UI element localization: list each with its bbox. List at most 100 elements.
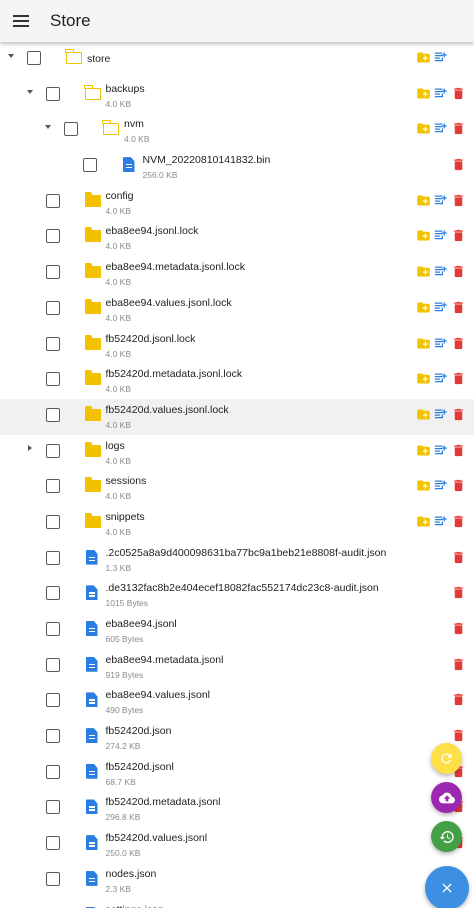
item-name[interactable]: nodes.json: [106, 868, 157, 880]
row-checkbox[interactable]: [27, 51, 41, 65]
row-checkbox[interactable]: [45, 586, 60, 601]
item-name[interactable]: snippets: [106, 511, 145, 523]
row-checkbox[interactable]: [45, 514, 60, 529]
item-name[interactable]: eba8ee94.jsonl.lock: [106, 225, 199, 237]
tree-row[interactable]: logs 4.0 KB: [0, 435, 474, 471]
tree-row[interactable]: eba8ee94.jsonl 605 Bytes: [0, 613, 474, 649]
new-folder-button[interactable]: [416, 193, 431, 208]
delete-button[interactable]: [451, 86, 466, 101]
tree-row[interactable]: fb52420d.jsonl.lock 4.0 KB: [0, 328, 474, 364]
row-checkbox[interactable]: [45, 300, 60, 315]
row-checkbox[interactable]: [45, 800, 60, 815]
item-name[interactable]: eba8ee94.metadata.jsonl.lock: [106, 261, 246, 273]
tree-row[interactable]: eba8ee94.metadata.jsonl.lock 4.0 KB: [0, 256, 474, 292]
new-file-button[interactable]: [433, 514, 448, 529]
delete-button[interactable]: [451, 550, 466, 565]
new-file-button[interactable]: [433, 193, 448, 208]
row-checkbox[interactable]: [45, 443, 60, 458]
delete-button[interactable]: [451, 228, 466, 243]
tree-row[interactable]: nodes.json 2.3 KB: [0, 863, 474, 899]
new-file-button[interactable]: [433, 86, 448, 101]
row-checkbox[interactable]: [45, 764, 60, 779]
item-name[interactable]: backups: [106, 83, 145, 95]
delete-button[interactable]: [451, 514, 466, 529]
item-name[interactable]: fb52420d.metadata.jsonl.lock: [106, 368, 243, 380]
collapse-toggle-icon[interactable]: [23, 85, 37, 99]
item-name[interactable]: eba8ee94.metadata.jsonl: [106, 654, 224, 666]
tree-row[interactable]: NVM_20220810141832.bin 256.0 KB: [0, 149, 474, 185]
row-checkbox[interactable]: [45, 657, 60, 672]
row-checkbox[interactable]: [45, 871, 60, 886]
tree-row[interactable]: backups 4.0 KB: [0, 78, 474, 114]
menu-button[interactable]: [0, 0, 42, 42]
tree-row[interactable]: settings.json: [0, 899, 474, 908]
row-checkbox[interactable]: [45, 836, 60, 851]
tree-row[interactable]: eba8ee94.jsonl.lock 4.0 KB: [0, 220, 474, 256]
new-folder-button[interactable]: [416, 336, 431, 351]
item-name[interactable]: fb52420d.jsonl: [106, 761, 174, 773]
collapse-toggle-icon[interactable]: [4, 49, 18, 63]
upload-button[interactable]: [431, 782, 462, 813]
item-name[interactable]: fb52420d.json: [106, 725, 172, 737]
new-file-button[interactable]: [433, 228, 448, 243]
row-checkbox[interactable]: [45, 622, 60, 636]
item-name[interactable]: eba8ee94.values.jsonl.lock: [106, 297, 232, 309]
new-folder-button[interactable]: [416, 300, 431, 315]
close-button[interactable]: [425, 866, 469, 908]
delete-button[interactable]: [451, 264, 466, 279]
delete-button[interactable]: [451, 371, 466, 386]
row-checkbox[interactable]: [45, 372, 60, 387]
new-folder-button[interactable]: [416, 407, 431, 422]
new-folder-button[interactable]: [416, 478, 431, 493]
refresh-button[interactable]: [431, 743, 462, 774]
new-folder-button[interactable]: [416, 86, 431, 101]
delete-button[interactable]: [451, 300, 466, 315]
row-checkbox[interactable]: [45, 336, 60, 351]
new-file-button[interactable]: [433, 300, 448, 315]
tree-row[interactable]: sessions 4.0 KB: [0, 470, 474, 506]
delete-button[interactable]: [451, 193, 466, 208]
new-file-button[interactable]: [433, 50, 448, 65]
new-folder-button[interactable]: [416, 371, 431, 386]
new-file-button[interactable]: [433, 336, 448, 351]
item-name[interactable]: nvm: [124, 118, 144, 130]
delete-button[interactable]: [451, 443, 466, 458]
tree-row[interactable]: .de3132fac8b2e404ecef18082fac552174dc23c…: [0, 577, 474, 613]
row-checkbox[interactable]: [64, 122, 78, 137]
row-checkbox[interactable]: [45, 729, 60, 744]
item-name[interactable]: logs: [106, 440, 125, 452]
row-checkbox[interactable]: [45, 479, 60, 494]
item-name[interactable]: fb52420d.jsonl.lock: [106, 333, 196, 345]
item-name[interactable]: store: [87, 53, 110, 65]
tree-row[interactable]: store: [0, 42, 474, 78]
tree-row[interactable]: eba8ee94.values.jsonl 490 Bytes: [0, 684, 474, 720]
row-checkbox[interactable]: [82, 158, 97, 173]
tree-row[interactable]: eba8ee94.values.jsonl.lock 4.0 KB: [0, 292, 474, 328]
new-folder-button[interactable]: [416, 443, 431, 458]
item-name[interactable]: NVM_20220810141832.bin: [143, 154, 271, 166]
item-name[interactable]: .2c0525a8a9d400098631ba77bc9a1beb21e8808…: [106, 547, 387, 559]
tree-row[interactable]: snippets 4.0 KB: [0, 506, 474, 542]
item-name[interactable]: config: [106, 190, 134, 202]
tree-row[interactable]: fb52420d.values.jsonl.lock 4.0 KB: [0, 398, 474, 435]
tree-row[interactable]: fb52420d.jsonl 68.7 KB: [0, 756, 474, 792]
new-file-button[interactable]: [433, 371, 448, 386]
tree-row[interactable]: fb52420d.values.jsonl 250.0 KB: [0, 827, 474, 863]
delete-button[interactable]: [451, 157, 466, 172]
new-folder-button[interactable]: [416, 228, 431, 243]
tree-row[interactable]: fb52420d.json 274.2 KB: [0, 720, 474, 756]
item-name[interactable]: fb52420d.metadata.jsonl: [106, 796, 221, 808]
tree-row[interactable]: eba8ee94.metadata.jsonl 919 Bytes: [0, 649, 474, 685]
new-folder-button[interactable]: [416, 264, 431, 279]
new-file-button[interactable]: [433, 264, 448, 279]
delete-button[interactable]: [451, 407, 466, 422]
new-file-button[interactable]: [433, 121, 448, 136]
delete-button[interactable]: [451, 585, 466, 600]
item-name[interactable]: settings.json: [106, 904, 164, 908]
collapse-toggle-icon[interactable]: [41, 120, 55, 134]
tree-row[interactable]: config 4.0 KB: [0, 185, 474, 221]
delete-button[interactable]: [451, 728, 466, 743]
row-checkbox[interactable]: [45, 407, 60, 422]
row-checkbox[interactable]: [45, 265, 60, 280]
item-name[interactable]: eba8ee94.jsonl: [106, 618, 177, 630]
